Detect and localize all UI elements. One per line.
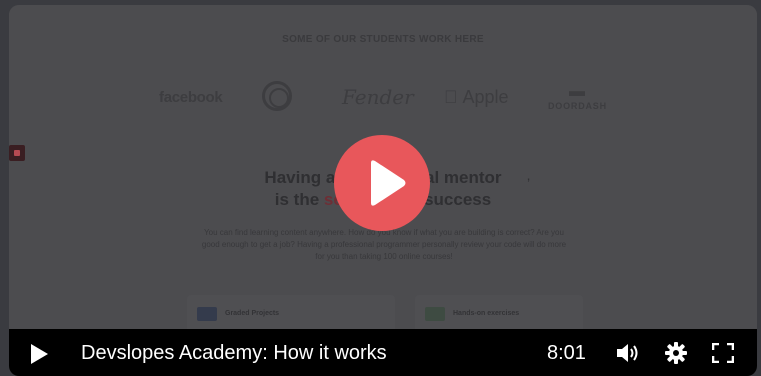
graded-projects-card: Graded Projects bbox=[187, 295, 395, 329]
volume-icon bbox=[617, 344, 638, 362]
apple-icon:  bbox=[444, 87, 458, 107]
company-logos: facebook Fender  Apple ▬ DOORDASH bbox=[9, 81, 757, 117]
duration: 8:01 bbox=[547, 342, 586, 364]
control-bar: Devslopes Academy: How it works 8:01 bbox=[9, 329, 757, 376]
facebook-logo: facebook bbox=[159, 89, 223, 106]
play-icon bbox=[31, 344, 48, 364]
volume-button[interactable] bbox=[616, 342, 642, 364]
hands-on-card: Hands-on exercises bbox=[415, 295, 583, 329]
apple-logo-text: Apple bbox=[444, 87, 509, 107]
play-button[interactable] bbox=[28, 343, 50, 365]
fender-logo: Fender bbox=[342, 85, 414, 109]
video-description: You can find learning content anywhere. … bbox=[201, 228, 567, 261]
apple-logo:  Apple bbox=[444, 87, 509, 108]
card-title: Graded Projects bbox=[225, 310, 280, 317]
hands-on-icon bbox=[425, 307, 445, 321]
play-icon bbox=[371, 160, 406, 206]
doordash-logo: ▬ DOORDASH bbox=[548, 83, 607, 111]
video-frame[interactable]: SOME OF OUR STUDENTS WORK HERE facebook … bbox=[9, 5, 757, 329]
card-title: Hands-on exercises bbox=[453, 310, 520, 317]
graded-projects-icon bbox=[197, 307, 217, 321]
fullscreen-button[interactable] bbox=[711, 342, 735, 364]
doordash-icon: ▬ bbox=[569, 83, 586, 100]
video-title: Devslopes Academy: How it works bbox=[81, 342, 387, 364]
big-play-button[interactable] bbox=[334, 135, 430, 231]
doordash-logo-text: DOORDASH bbox=[548, 101, 607, 111]
settings-icon bbox=[665, 342, 687, 364]
video-player[interactable]: SOME OF OUR STUDENTS WORK HERE facebook … bbox=[9, 5, 757, 376]
students-title: SOME OF OUR STUDENTS WORK HERE bbox=[282, 34, 484, 45]
page-background: SOME OF OUR STUDENTS WORK HERE facebook … bbox=[0, 0, 761, 376]
bmw-logo bbox=[262, 81, 292, 111]
fullscreen-icon bbox=[711, 342, 735, 364]
side-marker bbox=[9, 145, 25, 161]
settings-button[interactable] bbox=[665, 342, 687, 364]
tick-mark: ’ bbox=[527, 175, 531, 191]
